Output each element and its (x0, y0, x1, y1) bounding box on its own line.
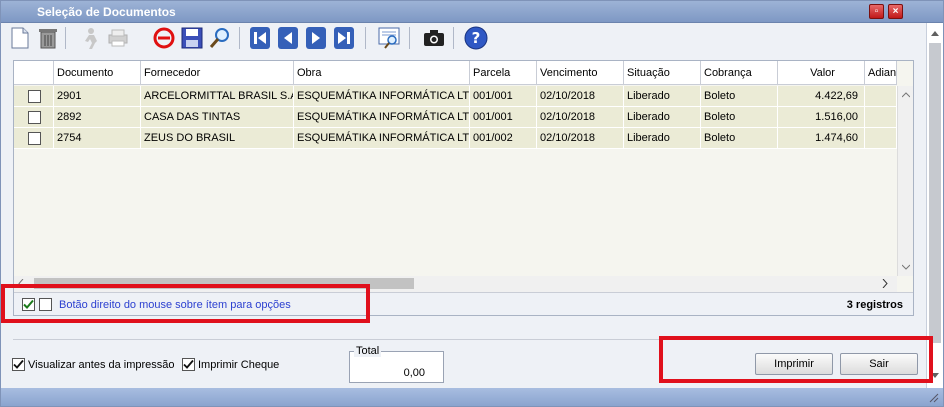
last-record-icon[interactable] (331, 25, 357, 51)
document-selection-window: Seleção de Documentos ▫ × ? Documento Fo… (0, 0, 944, 407)
column-header-documento[interactable]: Documento (54, 61, 141, 85)
print-cheque-label: Imprimir Cheque (198, 358, 280, 371)
preview-before-print-option[interactable]: Visualizar antes da impressão (12, 357, 175, 372)
preview-before-print-label: Visualizar antes da impressão (28, 358, 175, 371)
save-icon[interactable] (179, 25, 205, 51)
check-icon (183, 359, 194, 369)
toolbar-separator (409, 27, 410, 49)
toolbar-separator (365, 27, 366, 49)
trash-icon[interactable] (35, 25, 61, 51)
preview-icon[interactable] (377, 25, 403, 51)
check-icon (13, 359, 24, 369)
cell-obra: ESQUEMÁTIKA INFORMÁTICA LTD. (294, 86, 470, 106)
cell-adian (865, 86, 897, 106)
toolbar: ? (5, 23, 925, 53)
row-select-cell (14, 107, 54, 127)
window-vertical-scrollbar[interactable] (926, 23, 943, 388)
grid-vertical-scrollbar[interactable] (897, 86, 913, 276)
cell-valor: 1.516,00 (778, 107, 865, 127)
grid-scroll-right-icon[interactable] (882, 279, 888, 288)
cell-fornecedor: ARCELORMITTAL BRASIL S.A (141, 86, 294, 106)
grid-header: Documento Fornecedor Obra Parcela Vencim… (14, 61, 897, 85)
title-bar: Seleção de Documentos ▫ × (1, 1, 943, 23)
cell-cobranca: Boleto (701, 86, 778, 106)
cell-parcela: 001/001 (470, 86, 537, 106)
cell-obra: ESQUEMÁTIKA INFORMÁTICA LTD. (294, 107, 470, 127)
scroll-up-icon[interactable] (931, 31, 939, 36)
row-select-cell (14, 86, 54, 106)
cell-documento: 2901 (54, 86, 141, 106)
cell-vencimento: 02/10/2018 (537, 107, 624, 127)
camera-icon[interactable] (421, 25, 447, 51)
records-count: 3 registros (846, 299, 903, 311)
table-row[interactable]: 2754 ZEUS DO BRASIL ESQUEMÁTIKA INFORMÁT… (14, 128, 897, 149)
cell-valor: 1.474,60 (778, 128, 865, 148)
select-column-header[interactable] (14, 61, 54, 85)
preview-before-print-checkbox[interactable] (12, 358, 25, 371)
column-header-parcela[interactable]: Parcela (470, 61, 537, 85)
column-header-fornecedor[interactable]: Fornecedor (141, 61, 294, 85)
row-checkbox[interactable] (28, 111, 41, 124)
cell-cobranca: Boleto (701, 107, 778, 127)
search-icon[interactable] (207, 25, 233, 51)
total-value: 0,00 (403, 367, 425, 379)
new-document-icon[interactable] (7, 25, 33, 51)
cell-adian (865, 128, 897, 148)
cell-documento: 2892 (54, 107, 141, 127)
cell-vencimento: 02/10/2018 (537, 128, 624, 148)
table-row[interactable]: 2901 ARCELORMITTAL BRASIL S.A ESQUEMÁTIK… (14, 86, 897, 107)
highlight-box-actions (659, 336, 933, 383)
run-icon[interactable] (77, 25, 103, 51)
column-header-obra[interactable]: Obra (294, 61, 470, 85)
help-icon[interactable]: ? (463, 25, 489, 51)
cell-vencimento: 02/10/2018 (537, 86, 624, 106)
row-checkbox[interactable] (28, 90, 41, 103)
scroll-thumb[interactable] (929, 43, 941, 343)
cancel-icon[interactable] (151, 25, 177, 51)
grid-body: 2901 ARCELORMITTAL BRASIL S.A ESQUEMÁTIK… (14, 86, 897, 276)
next-record-icon[interactable] (303, 25, 329, 51)
cell-documento: 2754 (54, 128, 141, 148)
resize-grip-icon[interactable] (927, 391, 939, 403)
toolbar-separator (239, 27, 240, 49)
column-header-cobranca[interactable]: Cobrança (701, 61, 778, 85)
cell-situacao: Liberado (624, 86, 701, 106)
restore-icon[interactable]: ▫ (869, 4, 884, 19)
cell-parcela: 001/002 (470, 128, 537, 148)
window-title: Seleção de Documentos (37, 5, 176, 19)
documents-grid: Documento Fornecedor Obra Parcela Vencim… (13, 60, 914, 316)
close-icon[interactable]: × (888, 4, 903, 19)
table-row[interactable]: 2892 CASA DAS TINTAS ESQUEMÁTIKA INFORMÁ… (14, 107, 897, 128)
cell-situacao: Liberado (624, 128, 701, 148)
cell-parcela: 001/001 (470, 107, 537, 127)
total-label: Total (354, 345, 382, 357)
column-header-vencimento[interactable]: Vencimento (537, 61, 624, 85)
cell-valor: 4.422,69 (778, 86, 865, 106)
column-header-situacao[interactable]: Situação (624, 61, 701, 85)
column-header-adian[interactable]: Adian (865, 61, 897, 85)
status-bar (1, 388, 943, 406)
cell-adian (865, 107, 897, 127)
highlight-box-hint (1, 284, 370, 323)
column-header-valor[interactable]: Valor (778, 61, 865, 85)
print-icon[interactable] (105, 25, 131, 51)
row-checkbox[interactable] (28, 132, 41, 145)
cell-fornecedor: CASA DAS TINTAS (141, 107, 294, 127)
print-cheque-option[interactable]: Imprimir Cheque (182, 357, 279, 372)
previous-record-icon[interactable] (275, 25, 301, 51)
svg-text:?: ? (472, 29, 481, 47)
print-cheque-checkbox[interactable] (182, 358, 195, 371)
cell-fornecedor: ZEUS DO BRASIL (141, 128, 294, 148)
grid-scroll-down-icon[interactable] (902, 264, 910, 270)
cell-obra: ESQUEMÁTIKA INFORMÁTICA LTD. (294, 128, 470, 148)
toolbar-separator (453, 27, 454, 49)
row-select-cell (14, 128, 54, 148)
cell-situacao: Liberado (624, 107, 701, 127)
toolbar-separator (65, 27, 66, 49)
cell-cobranca: Boleto (701, 128, 778, 148)
first-record-icon[interactable] (247, 25, 273, 51)
grid-scroll-up-icon[interactable] (902, 92, 910, 98)
